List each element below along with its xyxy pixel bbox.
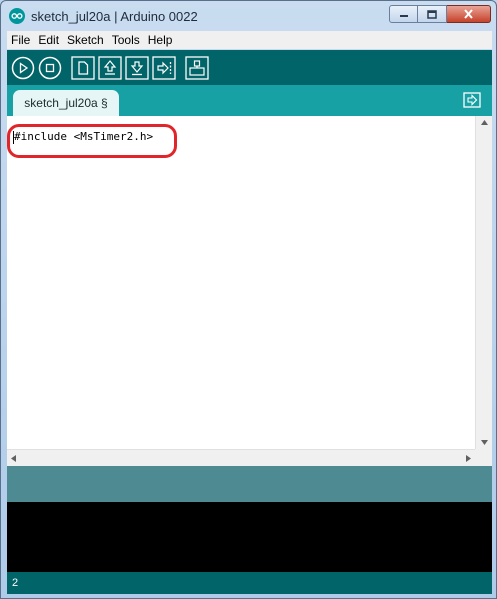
arduino-logo-icon xyxy=(9,8,25,24)
open-icon xyxy=(98,55,122,80)
save-icon xyxy=(125,55,149,80)
minimize-icon xyxy=(399,15,408,17)
maximize-icon xyxy=(427,9,437,19)
scroll-down-icon[interactable] xyxy=(481,440,488,445)
message-area xyxy=(7,466,492,502)
tab-bar: sketch_jul20a § xyxy=(7,85,492,116)
menu-help[interactable]: Help xyxy=(144,31,177,49)
menu-file[interactable]: File xyxy=(7,31,34,49)
save-button[interactable] xyxy=(125,55,149,80)
code-editor[interactable]: #include <MsTimer2.h> xyxy=(7,116,492,466)
menu-bar: File Edit Sketch Tools Help xyxy=(7,31,492,49)
scroll-up-icon[interactable] xyxy=(481,120,488,125)
horizontal-scrollbar[interactable] xyxy=(7,449,475,466)
serial-monitor-button[interactable] xyxy=(185,55,209,80)
serial-monitor-icon xyxy=(185,55,209,80)
upload-icon xyxy=(152,55,176,80)
tab-sketch[interactable]: sketch_jul20a § xyxy=(13,90,119,116)
arduino-window: sketch_jul20a | Arduino 0022 File Edit S… xyxy=(0,0,497,599)
window-title: sketch_jul20a | Arduino 0022 xyxy=(31,9,198,24)
toolbar xyxy=(7,50,492,85)
line-status-bar: 2 xyxy=(7,572,492,594)
new-icon xyxy=(71,55,95,80)
menu-tools[interactable]: Tools xyxy=(108,31,144,49)
open-button[interactable] xyxy=(98,55,122,80)
scroll-corner xyxy=(475,449,492,466)
line-number: 2 xyxy=(12,577,19,589)
menu-sketch[interactable]: Sketch xyxy=(63,31,108,49)
minimize-button[interactable] xyxy=(389,5,418,23)
close-button[interactable] xyxy=(447,5,491,23)
code-line: #include <MsTimer2.h> xyxy=(13,130,153,144)
scroll-right-icon[interactable] xyxy=(466,455,471,462)
tab-label: sketch_jul20a § xyxy=(24,96,108,110)
stop-button[interactable] xyxy=(38,56,62,80)
code-text: #include <MsTimer2.h> xyxy=(14,130,154,143)
window-controls xyxy=(389,5,491,23)
new-button[interactable] xyxy=(71,55,95,80)
menu-edit[interactable]: Edit xyxy=(34,31,63,49)
verify-button[interactable] xyxy=(11,56,35,80)
tab-menu-arrow-icon xyxy=(463,92,481,108)
stop-icon xyxy=(38,56,62,79)
maximize-button[interactable] xyxy=(418,5,447,23)
tab-menu-button[interactable] xyxy=(462,91,482,109)
close-icon xyxy=(464,9,473,19)
console-output[interactable] xyxy=(7,502,492,572)
vertical-scrollbar[interactable] xyxy=(475,116,492,449)
verify-icon xyxy=(11,56,35,79)
scroll-left-icon[interactable] xyxy=(11,455,16,462)
title-bar[interactable]: sketch_jul20a | Arduino 0022 xyxy=(1,1,496,31)
upload-button[interactable] xyxy=(152,55,176,80)
